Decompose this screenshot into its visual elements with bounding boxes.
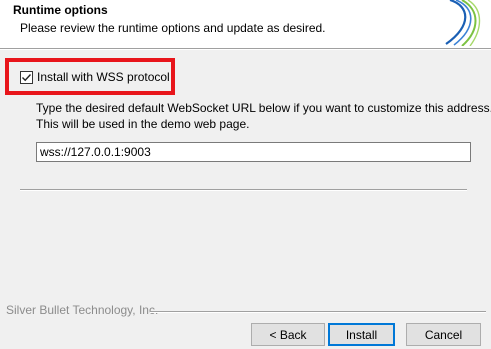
- header-divider: [0, 48, 491, 50]
- websocket-url-input[interactable]: [36, 142, 471, 162]
- page-title: Runtime options: [13, 3, 108, 17]
- cancel-button[interactable]: Cancel: [406, 323, 481, 346]
- page-subtitle: Please review the runtime options and up…: [20, 21, 326, 35]
- back-button[interactable]: < Back: [251, 323, 325, 346]
- header-band: Runtime options Please review the runtim…: [0, 0, 491, 48]
- checkbox-checked-icon[interactable]: [20, 70, 33, 84]
- wss-checkbox[interactable]: Install with WSS protocol: [20, 70, 170, 84]
- wss-checkbox-label[interactable]: Install with WSS protocol: [37, 70, 170, 84]
- url-description-line-1: Type the desired default WebSocket URL b…: [36, 101, 491, 115]
- installer-window: Runtime options Please review the runtim…: [0, 0, 491, 349]
- url-description-line-2: This will be used in the demo web page.: [36, 117, 250, 131]
- body-divider: [20, 189, 467, 191]
- install-button[interactable]: Install: [328, 323, 395, 346]
- branding-divider: [150, 311, 486, 313]
- swoosh-logo-icon: [445, 0, 481, 46]
- branding-text: Silver Bullet Technology, Inc.: [6, 303, 159, 317]
